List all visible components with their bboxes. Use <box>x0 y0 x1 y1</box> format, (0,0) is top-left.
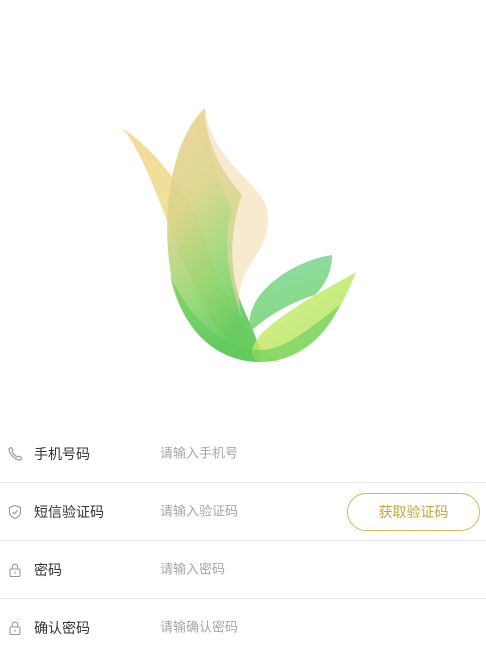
sms-label: 短信验证码 <box>34 504 104 521</box>
password-input[interactable] <box>160 562 330 577</box>
confirm-password-row: 确认密码 <box>0 599 486 656</box>
phone-row: 手机号码 <box>0 425 486 483</box>
shield-icon <box>6 503 24 521</box>
phone-input[interactable] <box>160 446 330 461</box>
confirm-password-label: 确认密码 <box>34 620 90 637</box>
password-row: 密码 <box>0 541 486 599</box>
leaf-logo-icon <box>122 108 356 362</box>
lock-icon <box>6 619 24 637</box>
confirm-password-input[interactable] <box>160 620 330 635</box>
phone-icon <box>6 445 24 463</box>
sms-row: 短信验证码 获取验证码 <box>0 483 486 541</box>
phone-label: 手机号码 <box>34 446 90 463</box>
app-logo <box>110 100 370 370</box>
password-label: 密码 <box>34 562 62 579</box>
get-code-button[interactable]: 获取验证码 <box>347 492 480 531</box>
lock-icon <box>6 561 24 579</box>
sms-code-input[interactable] <box>160 504 330 519</box>
register-form: 手机号码 短信验证码 获取验证码 密码 确认密码 <box>0 425 486 656</box>
